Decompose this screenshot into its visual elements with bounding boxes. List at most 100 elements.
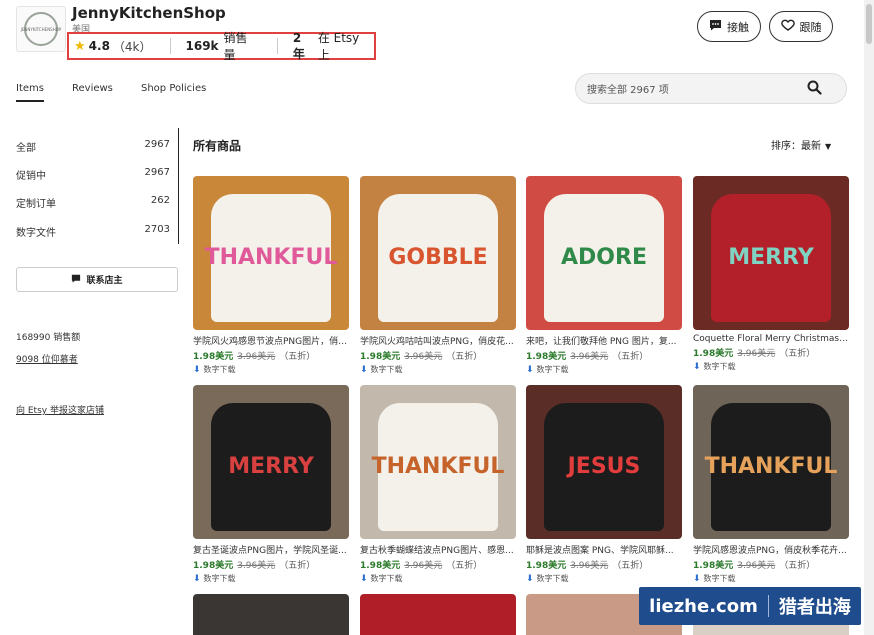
caret-down-icon: ▼ [825,142,832,151]
product-price-line: 1.98美元 3.96美元 （五折） [693,558,849,571]
product-image[interactable]: THANKFUL [193,176,349,330]
product-price: 1.98美元 [193,352,234,362]
product-card[interactable]: THANKFUL 复古秋季蝴蝶结波点PNG图片、感恩... 1.98美元 3.96美元… [360,385,516,584]
product-price-line: 1.98美元 3.96美元 （五折） [193,558,349,571]
sort-dropdown[interactable]: 排序：最新 ▼ [771,137,831,152]
tab-reviews[interactable]: Reviews [72,83,113,94]
product-card[interactable]: JESUS 耶稣是波点图案 PNG、学院风耶稣... 1.98美元 3.96美元 （五折… [526,385,682,584]
contact-button[interactable]: 接触 [697,11,761,42]
product-image[interactable]: GOBBLE [360,176,516,330]
follow-button[interactable]: 跟随 [769,11,833,42]
product-image[interactable]: THANKFUL [693,385,849,539]
shop-years: 2年 [292,30,305,61]
watermark-left: liezhe.com [649,595,758,617]
follow-button-label: 跟随 [799,20,822,34]
digital-download-label: 数字下载 [370,574,403,583]
digital-download-tag: ⬇ 数字下载 [193,364,349,375]
product-title[interactable]: 耶稣是波点图案 PNG、学院风耶稣... [526,543,682,556]
shop-total-sales: 168990 销售额 [16,333,81,343]
shop-rating: 4.8 [88,39,110,53]
page-scrollbar[interactable] [864,0,874,635]
digital-download-label: 数字下载 [203,574,236,583]
search-placeholder: 搜索全部 2967 项 [587,85,669,96]
product-original-price: 3.96美元 [737,349,776,359]
sidebar-active-indicator [178,128,179,244]
product-shirt-graphic: JESUS [544,403,664,531]
stats-divider [276,38,278,54]
product-image[interactable]: MERRY [193,385,349,539]
sidebar-item-count: 262 [150,195,170,206]
download-icon: ⬇ [360,573,368,584]
product-title[interactable]: 学院风感恩波点PNG，俏皮秋季花卉... [693,543,849,556]
product-shirt-graphic: GOBBLE [378,194,498,322]
sidebar-item-label: 促销中 [16,171,46,182]
search-input[interactable]: 搜索全部 2967 项 [575,73,847,104]
product-card[interactable]: MERRY Coquette Floral Merry Christmas Pn.… [693,176,849,372]
contact-owner-label: 联系店主 [86,276,123,286]
watermark-banner: liezhe.com 猎者出海 [639,587,861,625]
download-icon: ⬇ [693,361,701,372]
sidebar-item-count: 2967 [144,167,170,178]
product-price: 1.98美元 [693,349,734,359]
product-price: 1.98美元 [693,561,734,571]
scrollbar-thumb[interactable] [866,4,872,44]
product-title[interactable]: Coquette Floral Merry Christmas Pn... [693,334,849,344]
product-shirt-graphic: THANKFUL [372,403,504,531]
product-discount: （五折） [779,561,816,571]
shop-logo[interactable]: JENNYKITCHENSHOP [16,6,66,52]
product-title[interactable]: 来吧，让我们敬拜他 PNG 图片，复... [526,334,682,347]
product-card[interactable]: THANKFUL 学院风感恩波点PNG，俏皮秋季花卉... 1.98美元 3.96美元… [693,385,849,584]
product-card[interactable]: THANKFUL 学院风火鸡感恩节波点PNG图片，俏皮... 1.98美元 3.96美… [193,176,349,375]
product-image[interactable]: ADORE [526,176,682,330]
sidebar-item-digital-files[interactable]: 数字文件 2703 [16,224,170,239]
product-shirt-graphic: THANKFUL [705,403,837,531]
tab-shop-policies[interactable]: Shop Policies [141,83,206,94]
product-title[interactable]: 学院风火鸡咕咕叫波点PNG，俏皮花... [360,334,516,347]
download-icon: ⬇ [360,364,368,375]
digital-download-label: 数字下载 [703,362,736,371]
product-price-line: 1.98美元 3.96美元 （五折） [526,558,682,571]
product-title[interactable]: 复古秋季蝴蝶结波点PNG图片、感恩... [360,543,516,556]
product-price-line: 1.98美元 3.96美元 （五折） [193,349,349,362]
product-title[interactable]: 学院风火鸡感恩节波点PNG图片，俏皮... [193,334,349,347]
product-card-partial[interactable] [193,594,349,635]
product-price-line: 1.98美元 3.96美元 （五折） [526,349,682,362]
product-discount: （五折） [446,561,483,571]
product-price: 1.98美元 [526,352,567,362]
sidebar-item-label: 全部 [16,143,36,154]
contact-owner-button[interactable]: 联系店主 [16,267,178,292]
search-icon[interactable] [807,80,822,95]
download-icon: ⬇ [526,364,534,375]
sidebar-item-all[interactable]: 全部 2967 [16,139,170,154]
sidebar-item-custom-orders[interactable]: 定制订单 262 [16,195,170,210]
product-price: 1.98美元 [193,561,234,571]
product-card[interactable]: MERRY 复古圣诞波点PNG图片，学院风圣诞... 1.98美元 3.96美元 （五折… [193,385,349,584]
product-card[interactable]: GOBBLE 学院风火鸡咕咕叫波点PNG，俏皮花... 1.98美元 3.96美元 （五… [360,176,516,375]
product-card[interactable]: ADORE 来吧，让我们敬拜他 PNG 图片，复... 1.98美元 3.96美元 （五… [526,176,682,375]
sidebar-item-label: 定制订单 [16,199,56,210]
product-original-price: 3.96美元 [570,561,609,571]
message-icon [71,274,81,286]
product-card-partial[interactable] [360,594,516,635]
product-price-line: 1.98美元 3.96美元 （五折） [360,349,516,362]
product-image[interactable]: JESUS [526,385,682,539]
digital-download-tag: ⬇ 数字下载 [360,364,516,375]
product-image[interactable]: MERRY [693,176,849,330]
digital-download-label: 数字下载 [536,365,569,374]
digital-download-tag: ⬇ 数字下载 [693,573,849,584]
admirers-link[interactable]: 9098 位仰慕者 [16,352,78,365]
product-shirt-graphic: MERRY [211,403,331,531]
report-shop-link[interactable]: 向 Etsy 举报这家店铺 [16,403,104,416]
digital-download-label: 数字下载 [203,365,236,374]
product-image[interactable]: THANKFUL [360,385,516,539]
product-title[interactable]: 复古圣诞波点PNG图片，学院风圣诞... [193,543,349,556]
digital-download-label: 数字下载 [370,365,403,374]
shop-name[interactable]: JennyKitchenShop [72,4,226,22]
product-shirt-graphic: ADORE [544,194,664,322]
product-original-price: 3.96美元 [737,561,776,571]
shop-review-count[interactable]: （4k） [113,38,152,55]
tab-items[interactable]: Items [16,83,44,102]
product-price-line: 1.98美元 3.96美元 （五折） [693,346,849,359]
sidebar-item-on-sale[interactable]: 促销中 2967 [16,167,170,182]
product-price: 1.98美元 [526,561,567,571]
